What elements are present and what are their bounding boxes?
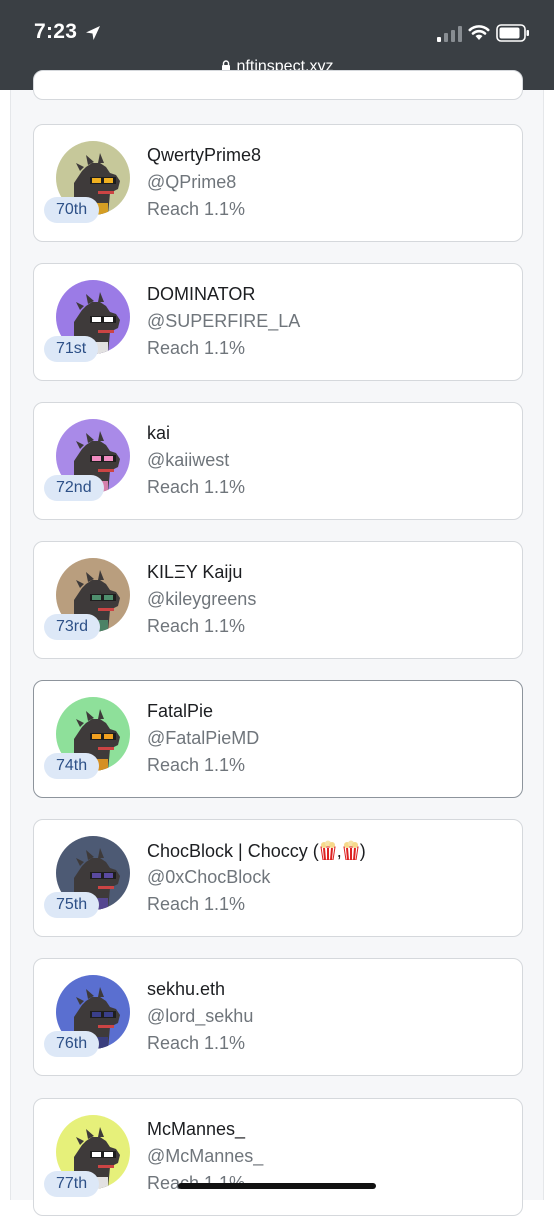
rank-badge: 72nd <box>44 475 104 501</box>
leaderboard-list: 70th QwertyPrime8 @QPrime8 Reach 1.1% 71st DO… <box>10 70 544 1216</box>
display-name[interactable]: ChocBlock | Choccy (,) <box>147 840 366 862</box>
reach-value: Reach 1.1% <box>147 199 246 219</box>
leaderboard-card[interactable]: 75th ChocBlock | Choccy (,) @0xChocBlock Re… <box>33 819 523 937</box>
home-indicator[interactable] <box>178 1183 376 1189</box>
leaderboard-card[interactable]: 74th FatalPie @FatalPieMD Reach 1.1% <box>33 680 523 798</box>
reach-value: Reach 1.1% <box>147 755 246 775</box>
rank-badge: 74th <box>44 753 100 779</box>
emoji-group: , <box>319 840 360 861</box>
rank-badge: 77th <box>44 1171 100 1197</box>
twitter-handle[interactable]: @kileygreens <box>147 589 256 610</box>
leaderboard-card[interactable]: 76th sekhu.eth @lord_sekhu Reach 1.1% <box>33 958 523 1076</box>
twitter-handle[interactable]: @0xChocBlock <box>147 867 270 888</box>
rank-badge: 76th <box>44 1031 100 1057</box>
leaderboard-card[interactable]: 70th QwertyPrime8 @QPrime8 Reach 1.1% <box>33 124 523 242</box>
twitter-handle[interactable]: @FatalPieMD <box>147 728 259 749</box>
display-name[interactable]: sekhu.eth <box>147 979 225 1000</box>
leaderboard-card[interactable]: 72nd kai @kaiiwest Reach 1.1% <box>33 402 523 520</box>
display-name[interactable]: QwertyPrime8 <box>147 145 261 166</box>
wifi-icon <box>468 25 490 40</box>
battery-icon <box>496 24 529 42</box>
twitter-handle[interactable]: @kaiiwest <box>147 450 229 471</box>
rank-badge: 73rd <box>44 614 101 640</box>
leaderboard-page[interactable]: 70th QwertyPrime8 @QPrime8 Reach 1.1% 71st DO… <box>10 70 544 1216</box>
clock: 7:23 <box>34 20 78 43</box>
rank-badge: 71st <box>44 336 99 362</box>
reach-value: Reach 1.1% <box>147 616 246 636</box>
location-arrow-icon <box>86 26 100 40</box>
reach-value: Reach 1.1% <box>147 338 246 358</box>
popcorn-icon <box>343 840 359 860</box>
display-name[interactable]: FatalPie <box>147 701 213 722</box>
display-name[interactable]: McMannes_ <box>147 1119 245 1140</box>
leaderboard-card[interactable]: 77thMcMannes_@McMannes_Reach 1.1% <box>33 1098 523 1216</box>
leaderboard-card[interactable]: 73rd KILΞY Kaiju @kileygreens Reach 1.1% <box>33 541 523 659</box>
popcorn-icon <box>320 840 336 860</box>
reach-value: Reach 1.1% <box>147 894 246 914</box>
previous-card[interactable] <box>33 70 523 100</box>
cellular-signal-icon <box>437 26 462 42</box>
display-name[interactable]: kai <box>147 423 170 444</box>
display-name[interactable]: KILΞY Kaiju <box>147 562 242 583</box>
leaderboard-card[interactable]: 71st DOMINATOR @SUPERFIRE_LA Reach 1.1% <box>33 263 523 381</box>
display-name-text: ChocBlock | Choccy ( <box>147 841 319 861</box>
rank-badge: 75th <box>44 892 100 918</box>
display-name-suffix: ) <box>359 841 366 861</box>
reach-value: Reach 1.1% <box>147 1033 246 1053</box>
twitter-handle[interactable]: @QPrime8 <box>147 172 236 193</box>
reach-value: Reach 1.1% <box>147 477 246 497</box>
twitter-handle[interactable]: @McMannes_ <box>147 1146 263 1167</box>
twitter-handle[interactable]: @lord_sekhu <box>147 1006 253 1027</box>
display-name[interactable]: DOMINATOR <box>147 284 255 305</box>
twitter-handle[interactable]: @SUPERFIRE_LA <box>147 311 300 332</box>
rank-badge: 70th <box>44 197 100 223</box>
